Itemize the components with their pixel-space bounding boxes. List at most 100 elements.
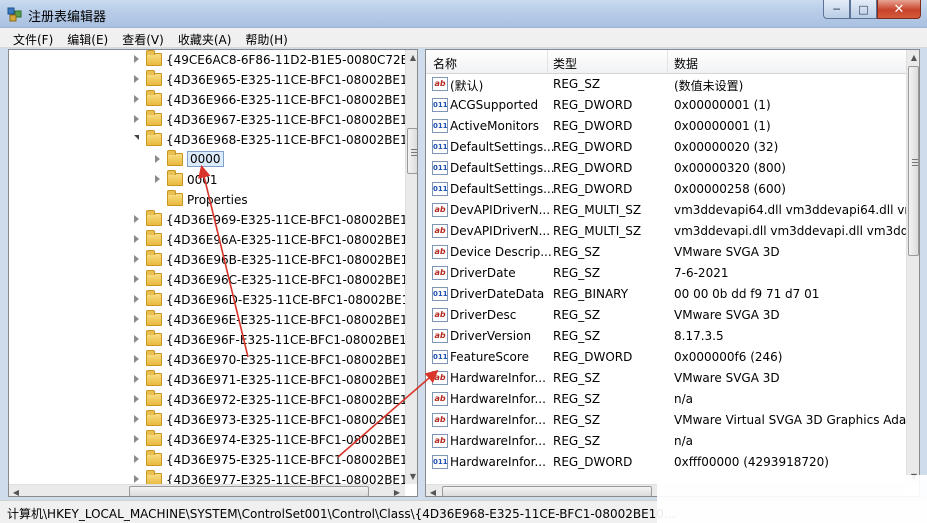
expand-arrow-icon[interactable] xyxy=(134,255,139,263)
scroll-right-arrow-icon[interactable]: ▶ xyxy=(390,485,404,497)
tree-node-label[interactable]: {4D36E96D-E325-11CE-BFC1-08002BE103 xyxy=(166,293,405,307)
column-header-name[interactable]: 名称 xyxy=(433,55,457,72)
menu-view[interactable]: 查看(V) xyxy=(115,28,171,47)
expand-arrow-icon[interactable] xyxy=(134,215,139,223)
scroll-left-arrow-icon[interactable]: ◀ xyxy=(426,485,440,497)
expand-arrow-icon[interactable] xyxy=(134,475,139,483)
value-row[interactable]: 011 ACGSupported REG_DWORD 0x00000001 (1) xyxy=(426,95,906,116)
menu-help[interactable]: 帮助(H) xyxy=(238,28,294,47)
tree-node[interactable]: {4D36E966-E325-11CE-BFC1-08002BE103 xyxy=(9,90,405,110)
tree-node-label[interactable]: {4D36E966-E325-11CE-BFC1-08002BE103 xyxy=(166,93,405,107)
tree-node-label[interactable]: {4D36E975-E325-11CE-BFC1-08002BE103 xyxy=(166,453,405,467)
expand-arrow-icon[interactable] xyxy=(134,275,139,283)
tree-node[interactable]: {4D36E965-E325-11CE-BFC1-08002BE103 xyxy=(9,70,405,90)
tree-node[interactable]: {4D36E970-E325-11CE-BFC1-08002BE103 xyxy=(9,350,405,370)
tree-node-label[interactable]: {4D36E968-E325-11CE-BFC1-08002BE103 xyxy=(166,133,405,147)
tree-horizontal-scrollbar[interactable]: ◀ ▶ xyxy=(9,484,405,497)
value-row[interactable]: ab Device Descrip... REG_SZ VMware SVGA 3D xyxy=(426,242,906,263)
expand-arrow-icon[interactable] xyxy=(134,295,139,303)
tree-node[interactable]: 0000 xyxy=(9,150,405,170)
value-row[interactable]: 011 ActiveMonitors REG_DWORD 0x00000001 (1) xyxy=(426,116,906,137)
tree-node-label[interactable]: {4D36E96A-E325-11CE-BFC1-08002BE103 xyxy=(166,233,405,247)
expand-arrow-icon[interactable] xyxy=(134,355,139,363)
tree-node[interactable]: {4D36E96F-E325-11CE-BFC1-08002BE103 xyxy=(9,330,405,350)
value-row[interactable]: ab DriverDate REG_SZ 7-6-2021 xyxy=(426,263,906,284)
close-button[interactable]: ✕ xyxy=(877,0,921,19)
value-row[interactable]: ab DriverVersion REG_SZ 8.17.3.5 xyxy=(426,326,906,347)
maximize-button[interactable]: □ xyxy=(850,0,877,19)
menu-edit[interactable]: 编辑(E) xyxy=(60,28,115,47)
collapse-arrow-icon[interactable] xyxy=(134,135,139,140)
tree-node-label[interactable]: {4D36E96F-E325-11CE-BFC1-08002BE103 xyxy=(166,333,405,347)
tree-node-label[interactable]: {49CE6AC8-6F86-11D2-B1E5-0080C72E74 xyxy=(166,53,405,67)
tree-node-label[interactable]: {4D36E973-E325-11CE-BFC1-08002BE103 xyxy=(166,413,405,427)
tree-node[interactable]: {4D36E96B-E325-11CE-BFC1-08002BE103 xyxy=(9,250,405,270)
scroll-left-arrow-icon[interactable]: ◀ xyxy=(9,485,23,497)
menu-favorites[interactable]: 收藏夹(A) xyxy=(171,28,239,47)
tree-node-label[interactable]: {4D36E965-E325-11CE-BFC1-08002BE103 xyxy=(166,73,405,87)
tree-node[interactable]: Properties xyxy=(9,190,405,210)
value-row[interactable]: 011 DefaultSettings... REG_DWORD 0x00000020… xyxy=(426,137,906,158)
tree-node-label[interactable]: 0000 xyxy=(187,151,224,167)
expand-arrow-icon[interactable] xyxy=(134,75,139,83)
expand-arrow-icon[interactable] xyxy=(134,435,139,443)
tree-scroll-thumb[interactable] xyxy=(407,128,417,174)
tree-hscroll-thumb[interactable] xyxy=(129,486,369,496)
scroll-down-arrow-icon[interactable]: ▼ xyxy=(406,469,417,483)
value-row[interactable]: ab (默认) REG_SZ (数值未设置) xyxy=(426,74,906,95)
list-vertical-scrollbar[interactable]: ▲ ▼ xyxy=(906,50,919,484)
tree-node[interactable]: {4D36E974-E325-11CE-BFC1-08002BE103 xyxy=(9,430,405,450)
registry-key-tree[interactable]: {49CE6AC8-6F86-11D2-B1E5-0080C72E74 {4D36… xyxy=(8,49,418,497)
tree-node[interactable]: 0001 xyxy=(9,170,405,190)
tree-vertical-scrollbar[interactable]: ▲ ▼ xyxy=(405,50,417,484)
tree-node[interactable]: {4D36E96C-E325-11CE-BFC1-08002BE103 xyxy=(9,270,405,290)
tree-node-label[interactable]: {4D36E977-E325-11CE-BFC1-08002BE103 xyxy=(166,473,405,484)
tree-node[interactable]: {4D36E973-E325-11CE-BFC1-08002BE103 xyxy=(9,410,405,430)
expand-arrow-icon[interactable] xyxy=(134,455,139,463)
expand-arrow-icon[interactable] xyxy=(134,315,139,323)
tree-node[interactable]: {4D36E968-E325-11CE-BFC1-08002BE103 xyxy=(9,130,405,150)
tree-node[interactable]: {4D36E967-E325-11CE-BFC1-08002BE103 xyxy=(9,110,405,130)
tree-node[interactable]: {4D36E972-E325-11CE-BFC1-08002BE103 xyxy=(9,390,405,410)
value-row[interactable]: ab HardwareInfor... REG_SZ VMware SVGA 3D xyxy=(426,368,906,389)
tree-node[interactable]: {4D36E96A-E325-11CE-BFC1-08002BE103 xyxy=(9,230,405,250)
tree-node-label[interactable]: {4D36E967-E325-11CE-BFC1-08002BE103 xyxy=(166,113,405,127)
value-row[interactable]: 011 DefaultSettings... REG_DWORD 0x00000320… xyxy=(426,158,906,179)
expand-arrow-icon[interactable] xyxy=(134,335,139,343)
registry-values-list[interactable]: 名称 类型 数据 ab (默认) REG_SZ (数值未设置) 011 ACGSuppor… xyxy=(425,49,920,497)
tree-node-label[interactable]: {4D36E969-E325-11CE-BFC1-08002BE103 xyxy=(166,213,405,227)
tree-node[interactable]: {4D36E96D-E325-11CE-BFC1-08002BE103 xyxy=(9,290,405,310)
column-header-data[interactable]: 数据 xyxy=(674,55,698,72)
expand-arrow-icon[interactable] xyxy=(134,55,139,63)
tree-node-label[interactable]: 0001 xyxy=(187,173,218,187)
value-row[interactable]: ab HardwareInfor... REG_SZ VMware Virtual S… xyxy=(426,410,906,431)
tree-node[interactable]: {4D36E975-E325-11CE-BFC1-08002BE103 xyxy=(9,450,405,470)
scroll-up-arrow-icon[interactable]: ▲ xyxy=(907,50,919,64)
minimize-button[interactable]: ─ xyxy=(823,0,850,19)
tree-node-label[interactable]: Properties xyxy=(187,193,248,207)
expand-arrow-icon[interactable] xyxy=(134,395,139,403)
value-row[interactable]: ab HardwareInfor... REG_SZ n/a xyxy=(426,431,906,452)
expand-arrow-icon[interactable] xyxy=(134,235,139,243)
expand-arrow-icon[interactable] xyxy=(134,375,139,383)
list-scroll-thumb[interactable] xyxy=(908,66,919,256)
tree-node-label[interactable]: {4D36E96C-E325-11CE-BFC1-08002BE103 xyxy=(166,273,405,287)
value-row[interactable]: ab DevAPIDriverN... REG_MULTI_SZ vm3ddevapi… xyxy=(426,200,906,221)
column-header-type[interactable]: 类型 xyxy=(553,55,577,72)
tree-node[interactable]: {4D36E977-E325-11CE-BFC1-08002BE103 xyxy=(9,470,405,484)
tree-node[interactable]: {4D36E96E-E325-11CE-BFC1-08002BE103 xyxy=(9,310,405,330)
value-row[interactable]: ab HardwareInfor... REG_SZ n/a xyxy=(426,389,906,410)
expand-arrow-icon[interactable] xyxy=(134,115,139,123)
expand-arrow-icon[interactable] xyxy=(134,95,139,103)
tree-node-label[interactable]: {4D36E974-E325-11CE-BFC1-08002BE103 xyxy=(166,433,405,447)
value-row[interactable]: ab DevAPIDriverN... REG_MULTI_SZ vm3ddevapi… xyxy=(426,221,906,242)
expand-arrow-icon[interactable] xyxy=(155,175,160,183)
expand-arrow-icon[interactable] xyxy=(155,155,160,163)
value-row[interactable]: ab DriverDesc REG_SZ VMware SVGA 3D xyxy=(426,305,906,326)
menu-file[interactable]: 文件(F) xyxy=(6,28,60,47)
value-row[interactable]: 011 DefaultSettings... REG_DWORD 0x00000258… xyxy=(426,179,906,200)
tree-node-label[interactable]: {4D36E970-E325-11CE-BFC1-08002BE103 xyxy=(166,353,405,367)
value-row[interactable]: 011 FeatureScore REG_DWORD 0x000000f6 (246) xyxy=(426,347,906,368)
expand-arrow-icon[interactable] xyxy=(134,415,139,423)
list-hscroll-thumb[interactable] xyxy=(442,486,652,496)
